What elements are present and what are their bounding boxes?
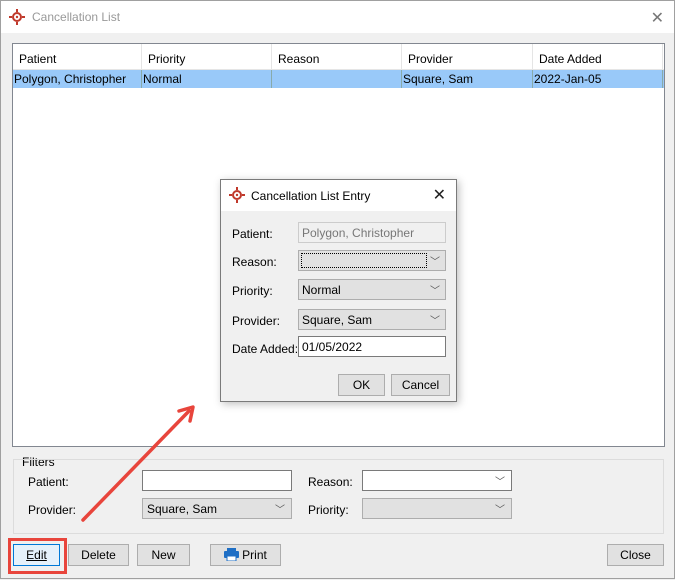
priority-value: Normal <box>302 283 341 297</box>
new-button[interactable]: New <box>137 544 190 566</box>
print-button[interactable]: Print <box>210 544 281 566</box>
column-header-patient[interactable]: Patient <box>13 44 142 70</box>
filters-group <box>13 459 664 534</box>
patient-field: Polygon, Christopher <box>298 222 446 243</box>
filter-reason-select[interactable]: ﹀ <box>362 470 512 491</box>
cell-reason <box>272 70 402 88</box>
delete-button[interactable]: Delete <box>68 544 129 566</box>
focus-rectangle <box>301 253 427 268</box>
filter-provider-label: Provider: <box>28 503 77 517</box>
patient-label: Patient: <box>232 227 273 241</box>
ok-button-label: OK <box>352 378 371 392</box>
title-bar: Cancellation List ✕ <box>1 1 674 33</box>
dialog-title: Cancellation List Entry <box>251 189 371 203</box>
table-header: Patient Priority Reason Provider Date Ad… <box>13 44 664 70</box>
cancellation-entry-dialog: Cancellation List Entry ✕ Patient: Polyg… <box>220 179 457 402</box>
column-header-date-added[interactable]: Date Added <box>533 44 663 70</box>
chevron-down-icon: ﹀ <box>430 286 440 297</box>
printer-icon <box>224 548 240 562</box>
target-crosshair-icon <box>229 187 245 203</box>
print-button-label: Print <box>242 548 267 562</box>
filter-priority-label: Priority: <box>308 503 349 517</box>
priority-label: Priority: <box>232 284 273 298</box>
column-header-reason[interactable]: Reason <box>272 44 402 70</box>
priority-select[interactable]: Normal ﹀ <box>298 279 446 300</box>
date-added-input[interactable]: 01/05/2022 <box>298 336 446 357</box>
window-title: Cancellation List <box>32 10 121 24</box>
ok-button[interactable]: OK <box>338 374 385 396</box>
chevron-down-icon: ﹀ <box>495 477 505 488</box>
reason-label: Reason: <box>232 255 277 269</box>
close-button-label: Close <box>620 548 651 562</box>
column-header-provider[interactable]: Provider <box>402 44 533 70</box>
close-icon[interactable]: ✕ <box>651 8 664 28</box>
provider-value: Square, Sam <box>302 313 373 327</box>
table-row[interactable]: Polygon, Christopher Normal Square, Sam … <box>13 70 664 88</box>
cell-patient: Polygon, Christopher <box>13 70 142 88</box>
chevron-down-icon: ﹀ <box>430 257 440 268</box>
chevron-down-icon: ﹀ <box>495 505 505 516</box>
dialog-title-bar: Cancellation List Entry ✕ <box>221 180 456 211</box>
filter-reason-label: Reason: <box>308 475 353 489</box>
provider-label: Provider: <box>232 314 281 328</box>
cancellation-list-window: Cancellation List ✕ Patient Priority Rea… <box>0 0 675 579</box>
cell-priority: Normal <box>142 70 272 88</box>
column-header-priority[interactable]: Priority <box>142 44 272 70</box>
filter-priority-select[interactable]: ﹀ <box>362 498 512 519</box>
filter-provider-select[interactable]: Square, Sam ﹀ <box>142 498 292 519</box>
reason-select[interactable]: ﹀ <box>298 250 446 271</box>
provider-select[interactable]: Square, Sam ﹀ <box>298 309 446 330</box>
dialog-close-icon[interactable]: ✕ <box>433 185 446 205</box>
chevron-down-icon: ﹀ <box>275 505 285 516</box>
date-added-label: Date Added: <box>232 342 299 356</box>
chevron-down-icon: ﹀ <box>430 316 440 327</box>
filter-provider-value: Square, Sam <box>147 502 218 516</box>
annotation-highlight-box <box>8 538 67 574</box>
filter-patient-label: Patient: <box>28 475 69 489</box>
close-button[interactable]: Close <box>607 544 664 566</box>
new-button-label: New <box>151 548 176 562</box>
cancel-button-label: Cancel <box>401 378 440 392</box>
cell-provider: Square, Sam <box>402 70 533 88</box>
filter-patient-input[interactable] <box>142 470 292 491</box>
cancel-button[interactable]: Cancel <box>391 374 450 396</box>
cell-date-added: 2022-Jan-05 <box>533 70 663 88</box>
target-crosshair-icon <box>9 9 25 25</box>
